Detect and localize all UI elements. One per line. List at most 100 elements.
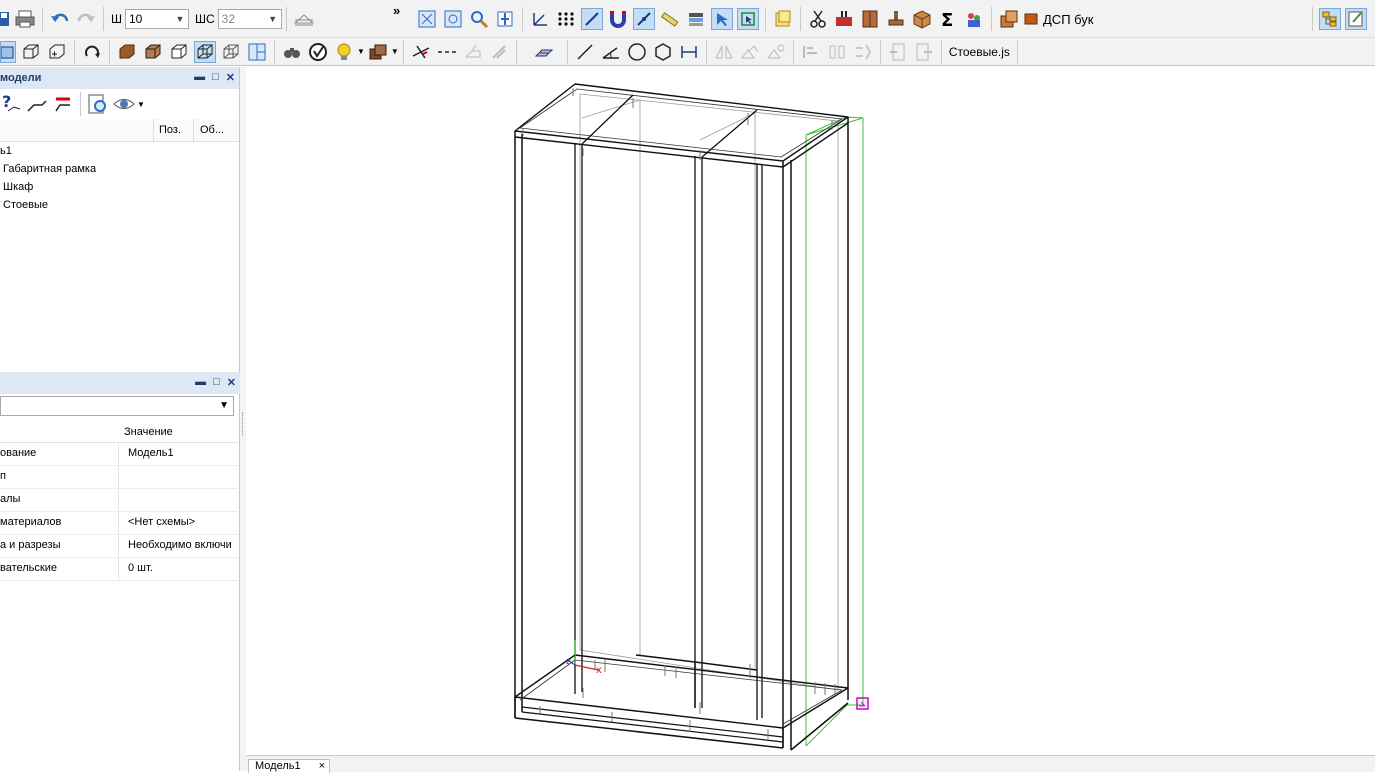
view-move-icon[interactable] <box>46 41 68 63</box>
render-hidden-icon[interactable] <box>168 41 190 63</box>
snap-point-icon[interactable] <box>633 8 655 30</box>
close-icon[interactable]: ✕ <box>227 376 236 389</box>
render-wireframe-icon[interactable] <box>194 40 216 63</box>
close-icon[interactable]: ✕ <box>226 71 235 84</box>
curve-red-icon[interactable] <box>52 93 74 115</box>
grid-dots-icon[interactable] <box>555 8 577 30</box>
sum-icon[interactable]: Σ <box>937 8 959 30</box>
redo-icon[interactable] <box>75 8 97 30</box>
rotate-icon[interactable] <box>81 41 103 63</box>
prop-value[interactable]: 0 шт. <box>128 562 153 574</box>
cabinet-icon[interactable] <box>859 8 881 30</box>
mirror-disabled-icon[interactable] <box>713 41 735 63</box>
plane-icon[interactable] <box>533 41 555 63</box>
dash-line-icon[interactable] <box>436 41 458 63</box>
export-disabled-icon[interactable] <box>913 41 935 63</box>
chevron-down-icon[interactable]: ▼ <box>265 14 281 24</box>
select-cursor-icon[interactable] <box>711 8 733 30</box>
minimize-icon[interactable]: ▬ <box>195 376 206 389</box>
tree-item-frame[interactable]: Габаритная рамка <box>0 160 239 178</box>
light-bulb-icon[interactable] <box>333 41 355 63</box>
3d-viewport[interactable]: x z <box>246 67 1375 755</box>
snap-line-icon[interactable] <box>581 8 603 30</box>
ws-combo[interactable]: 32 ▼ <box>217 8 282 29</box>
align-disabled-icon[interactable] <box>800 41 822 63</box>
chevron-down-icon[interactable]: ▼ <box>219 400 229 411</box>
material-panel-icon[interactable] <box>998 8 1020 30</box>
axis-icon[interactable] <box>529 8 551 30</box>
prop-row[interactable]: ование Модель1 <box>0 443 238 466</box>
palette-icon[interactable] <box>963 8 985 30</box>
import-disabled-icon[interactable] <box>887 41 909 63</box>
view-iso-icon[interactable] <box>20 41 42 63</box>
zoom-window-icon[interactable] <box>442 8 464 30</box>
view-front-icon[interactable] <box>0 40 16 63</box>
zoom-icon[interactable] <box>468 8 490 30</box>
chevron-down-icon[interactable]: ▼ <box>137 100 145 109</box>
object-select[interactable]: ▼ <box>0 396 234 416</box>
sweep-disabled-icon[interactable] <box>488 41 510 63</box>
width-combo[interactable]: 10 ▼ <box>125 8 189 29</box>
scissors-icon[interactable] <box>807 8 829 30</box>
help-pointer-icon[interactable]: ? <box>0 93 22 115</box>
toolbar-overflow-icon[interactable]: » <box>393 3 400 18</box>
check-icon[interactable] <box>307 41 329 63</box>
delete-part-icon[interactable] <box>833 8 855 30</box>
render-xray-icon[interactable] <box>220 41 242 63</box>
trim-icon[interactable] <box>410 41 432 63</box>
prop-row[interactable]: а и разрезы Необходимо включи <box>0 535 238 558</box>
library-icon[interactable] <box>772 8 794 30</box>
line-tool-icon[interactable] <box>574 41 596 63</box>
close-icon[interactable]: × <box>319 760 325 772</box>
pan-icon[interactable] <box>494 8 516 30</box>
box-icon[interactable] <box>911 8 933 30</box>
tree-item-stoevye[interactable]: Стоевые <box>0 196 239 214</box>
chevron-down-icon[interactable]: ▼ <box>172 14 188 24</box>
eye-icon[interactable] <box>113 93 135 115</box>
col-ob[interactable]: Об... <box>200 124 224 136</box>
material-label[interactable]: ДСП бук <box>1043 12 1094 27</box>
polygon-tool-icon[interactable] <box>652 41 674 63</box>
select-box-icon[interactable] <box>737 8 759 30</box>
script-label[interactable]: Стоевые.js <box>949 45 1010 59</box>
dimension-icon[interactable] <box>678 41 700 63</box>
arrange-disabled-icon[interactable] <box>852 41 874 63</box>
prop-row[interactable]: п <box>0 466 238 489</box>
undo-icon[interactable] <box>49 8 71 30</box>
restore-icon[interactable]: □ <box>212 71 219 84</box>
save-icon[interactable] <box>0 8 10 30</box>
zoom-extents-icon[interactable] <box>416 8 438 30</box>
prop-value[interactable]: Необходимо включи <box>128 539 238 551</box>
magnet-icon[interactable] <box>607 8 629 30</box>
properties-view-icon[interactable] <box>1345 8 1367 30</box>
prop-row[interactable]: материалов <Нет схемы> <box>0 512 238 535</box>
preview-icon[interactable] <box>87 93 109 115</box>
ruler-icon[interactable] <box>659 8 681 30</box>
distribute-disabled-icon[interactable] <box>826 41 848 63</box>
col-pos[interactable]: Поз. <box>159 124 181 136</box>
render-solid-icon[interactable] <box>116 41 138 63</box>
tree-view-icon[interactable] <box>1319 8 1341 30</box>
print-icon[interactable] <box>14 8 36 30</box>
minimize-icon[interactable]: ▬ <box>194 71 205 84</box>
array-disabled-icon[interactable] <box>739 41 761 63</box>
binoculars-icon[interactable] <box>281 41 303 63</box>
restore-icon[interactable]: □ <box>213 376 220 389</box>
extrude-disabled-icon[interactable] <box>462 41 484 63</box>
copy-disabled-icon[interactable] <box>765 41 787 63</box>
materials-icon[interactable] <box>367 41 389 63</box>
chevron-down-icon[interactable]: ▼ <box>391 47 399 56</box>
prop-value[interactable]: Модель1 <box>128 447 174 459</box>
stamp-icon[interactable] <box>885 8 907 30</box>
tree-item-cabinet[interactable]: Шкаф <box>0 178 239 196</box>
prop-value[interactable]: <Нет схемы> <box>128 516 195 528</box>
split-view-icon[interactable] <box>246 41 268 63</box>
render-shaded-icon[interactable] <box>142 41 164 63</box>
layers-stack-icon[interactable] <box>685 8 707 30</box>
circle-tool-icon[interactable] <box>626 41 648 63</box>
angle-tool-icon[interactable] <box>600 41 622 63</box>
tree-item-model[interactable]: ь1 <box>0 142 239 160</box>
curve-icon[interactable] <box>26 93 48 115</box>
chevron-down-icon[interactable]: ▼ <box>357 47 365 56</box>
prop-row[interactable]: алы <box>0 489 238 512</box>
